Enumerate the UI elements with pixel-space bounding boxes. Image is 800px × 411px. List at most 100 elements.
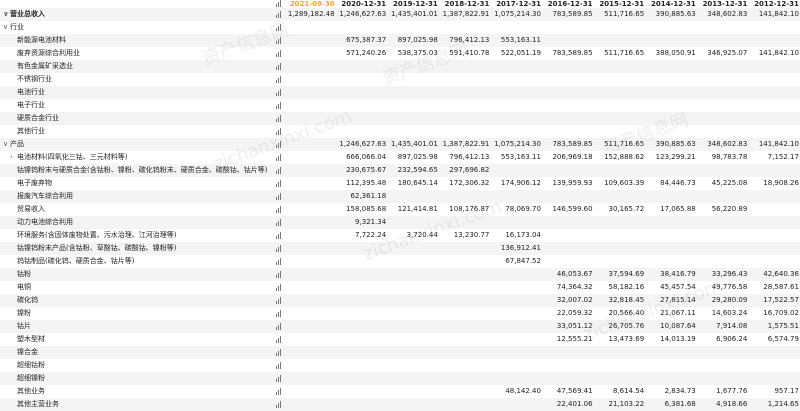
value-cell <box>594 216 646 229</box>
year-header[interactable]: 2019-12-31 <box>387 0 439 8</box>
table-row[interactable]: 有色金属矿采选业 <box>0 60 800 73</box>
bar-chart-icon[interactable] <box>276 336 283 343</box>
table-row[interactable]: 电铜 74,364.32 58,182.16 45,457.54 49,776.58 28… <box>0 281 800 294</box>
table-row[interactable]: 钴片 33,051.12 26,705.76 10,087.64 7,914.08 1,5… <box>0 320 800 333</box>
table-row[interactable]: 贸易收入 158,085.68 121,414.81 108,176.87 78,069… <box>0 203 800 216</box>
bar-chart-icon[interactable] <box>276 206 283 213</box>
value-cell <box>748 255 800 268</box>
table-row[interactable]: 钴镍钨粉末与硬质合金(含钴粉、镍粉、碳化钨粉末、硬质合金、碳酸钴、钴片等) 230… <box>0 164 800 177</box>
value-cell: 22,401.06 <box>556 400 593 408</box>
table-row[interactable]: 硬质合金行业 <box>0 112 800 125</box>
bar-chart-icon[interactable] <box>276 180 283 187</box>
table-row[interactable]: 新能源电池材料 675,387.37 897,025.98 796,412.13 553… <box>0 34 800 47</box>
value-cell: 957.17 <box>774 387 799 395</box>
bar-chart-icon[interactable] <box>276 388 283 395</box>
year-header[interactable]: 2020-12-31 <box>336 0 388 8</box>
row-label: 废弃资源综合利用业 <box>0 47 276 60</box>
table-row[interactable]: 不锈钢行业 <box>0 73 800 86</box>
bar-chart-icon[interactable] <box>276 362 283 369</box>
bar-chart-icon[interactable] <box>276 11 283 18</box>
bar-chart-icon[interactable] <box>276 310 283 317</box>
bar-chart-icon[interactable] <box>276 219 283 226</box>
bar-chart-icon[interactable] <box>276 167 283 174</box>
table-row[interactable]: 电子行业 <box>0 99 800 112</box>
chevron-down-icon[interactable]: ∨ <box>3 8 10 21</box>
bar-chart-icon[interactable] <box>276 37 283 44</box>
table-row[interactable]: ∨ 行业 <box>0 21 800 34</box>
chevron-down-icon[interactable]: ∨ <box>3 138 10 151</box>
table-row[interactable]: ∨ 产品 1,246,627.63 1,435,401.01 1,387,822.91 1… <box>0 138 800 151</box>
value-cell: 146,599.60 <box>552 205 593 213</box>
bar-chart-icon[interactable] <box>276 193 283 200</box>
table-row[interactable]: 超细钴粉 <box>0 359 800 372</box>
row-label-text: 电池材料(四氧化三钴、三元材料等) <box>17 153 128 161</box>
year-header[interactable]: 2021-09-30 <box>284 0 336 8</box>
row-label: 不锈钢行业 <box>0 73 276 86</box>
row-label-text: 贸易收入 <box>17 205 45 213</box>
year-header[interactable]: 2015-12-31 <box>594 0 646 8</box>
table-row[interactable]: ∨营业总收入 1,289,182.48 1,246,627.63 1,435,401.… <box>0 8 800 21</box>
table-row[interactable]: 其他主营业务 22,401.06 21,103.22 6,381.68 4,918.66… <box>0 398 800 411</box>
year-header[interactable]: 2014-12-31 <box>645 0 697 8</box>
bar-chart-icon[interactable] <box>276 115 283 122</box>
bar-chart-icon[interactable] <box>276 271 283 278</box>
table-row[interactable]: 其他行业 <box>0 125 800 138</box>
bar-chart-icon[interactable] <box>276 0 283 7</box>
table-row[interactable]: 超细镍粉 <box>0 372 800 385</box>
value-cell <box>439 190 491 203</box>
bar-chart-icon[interactable] <box>276 232 283 239</box>
year-header[interactable]: 2012-12-31 <box>748 0 800 8</box>
bar-chart-icon[interactable] <box>276 63 283 70</box>
bar-chart-icon[interactable] <box>276 50 283 57</box>
bar-chart-icon[interactable] <box>276 76 283 83</box>
table-row[interactable]: 其他业务 48,142.40 47,569.41 8,614.54 2,834.73 1,… <box>0 385 800 398</box>
bar-chart-icon[interactable] <box>276 154 283 161</box>
table-row[interactable]: 环境服务(含固体废物处置、污水治理、江河治理等) 7,722.24 3,720.44… <box>0 229 800 242</box>
bar-chart-icon[interactable] <box>276 284 283 291</box>
bar-chart-icon[interactable] <box>276 141 283 148</box>
table-row[interactable]: 废弃资源综合利用业 571,240.26 538,375.03 591,410.78 5… <box>0 47 800 60</box>
bar-chart-icon[interactable] <box>276 89 283 96</box>
value-cell: 206,969.18 <box>552 153 593 161</box>
value-cell <box>284 229 336 242</box>
value-cell <box>542 164 594 177</box>
value-cell: 26,705.76 <box>608 322 645 330</box>
table-row[interactable]: 电子废弃物 112,395.48 180,645.14 172,306.32 174,9… <box>0 177 800 190</box>
bar-chart-icon[interactable] <box>276 102 283 109</box>
year-header[interactable]: 2017-12-31 <box>490 0 542 8</box>
bar-chart-icon[interactable] <box>276 24 283 31</box>
table-row[interactable]: 镍合金 <box>0 346 800 359</box>
value-cell <box>284 398 336 411</box>
row-label: 钴镍钨粉末产品(含钴粉、草酸钴、碳酸钴、镍粉等) <box>0 242 276 255</box>
chevron-down-icon[interactable]: ∨ <box>3 21 10 34</box>
year-header[interactable]: 2016-12-31 <box>542 0 594 8</box>
table-row[interactable]: 镍粉 22,059.32 20,566.40 21,067.11 14,603.24 16… <box>0 307 800 320</box>
table-row[interactable]: 塑木型材 12,555.21 13,473.69 14,013.19 6,906.24 6… <box>0 333 800 346</box>
table-row[interactable]: 钨钴制品(碳化钨、硬质合金、钴片等) 67,847.52 <box>0 255 800 268</box>
bar-chart-icon[interactable] <box>276 323 283 330</box>
value-cell: 21,103.22 <box>608 400 645 408</box>
table-row[interactable]: › 电池材料(四氧化三钴、三元材料等) 666,066.04 897,025.98 79… <box>0 151 800 164</box>
bar-chart-icon[interactable] <box>276 258 283 265</box>
row-label: ∨营业总收入 <box>0 8 276 21</box>
bar-chart-icon[interactable] <box>276 297 283 304</box>
table-row[interactable]: 动力电池综合利用 9,321.34 <box>0 216 800 229</box>
table-row[interactable]: 报废汽车综合利用 62,361.18 <box>0 190 800 203</box>
table-row[interactable]: 钴粉 46,053.67 37,594.69 38,416.79 33,296.43 42… <box>0 268 800 281</box>
table-row[interactable]: 电池行业 <box>0 86 800 99</box>
value-cell <box>645 255 697 268</box>
bar-chart-icon[interactable] <box>276 349 283 356</box>
table-row[interactable]: 钴镍钨粉末产品(含钴粉、草酸钴、碳酸钴、镍粉等) 136,912.41 <box>0 242 800 255</box>
chevron-right-icon[interactable]: › <box>10 151 17 164</box>
bar-chart-icon[interactable] <box>276 128 283 135</box>
value-cell <box>439 242 491 255</box>
row-label: 其他业务 <box>0 385 276 398</box>
year-header[interactable]: 2013-12-31 <box>697 0 749 8</box>
value-cell <box>490 294 542 307</box>
bar-chart-icon[interactable] <box>276 375 283 382</box>
bar-chart-icon[interactable] <box>276 245 283 252</box>
row-label: 塑木型材 <box>0 333 276 346</box>
bar-chart-icon[interactable] <box>276 401 283 408</box>
year-header[interactable]: 2018-12-31 <box>439 0 491 8</box>
table-row[interactable]: 碳化钨 32,007.02 32,818.45 27,815.14 29,280.09 1… <box>0 294 800 307</box>
